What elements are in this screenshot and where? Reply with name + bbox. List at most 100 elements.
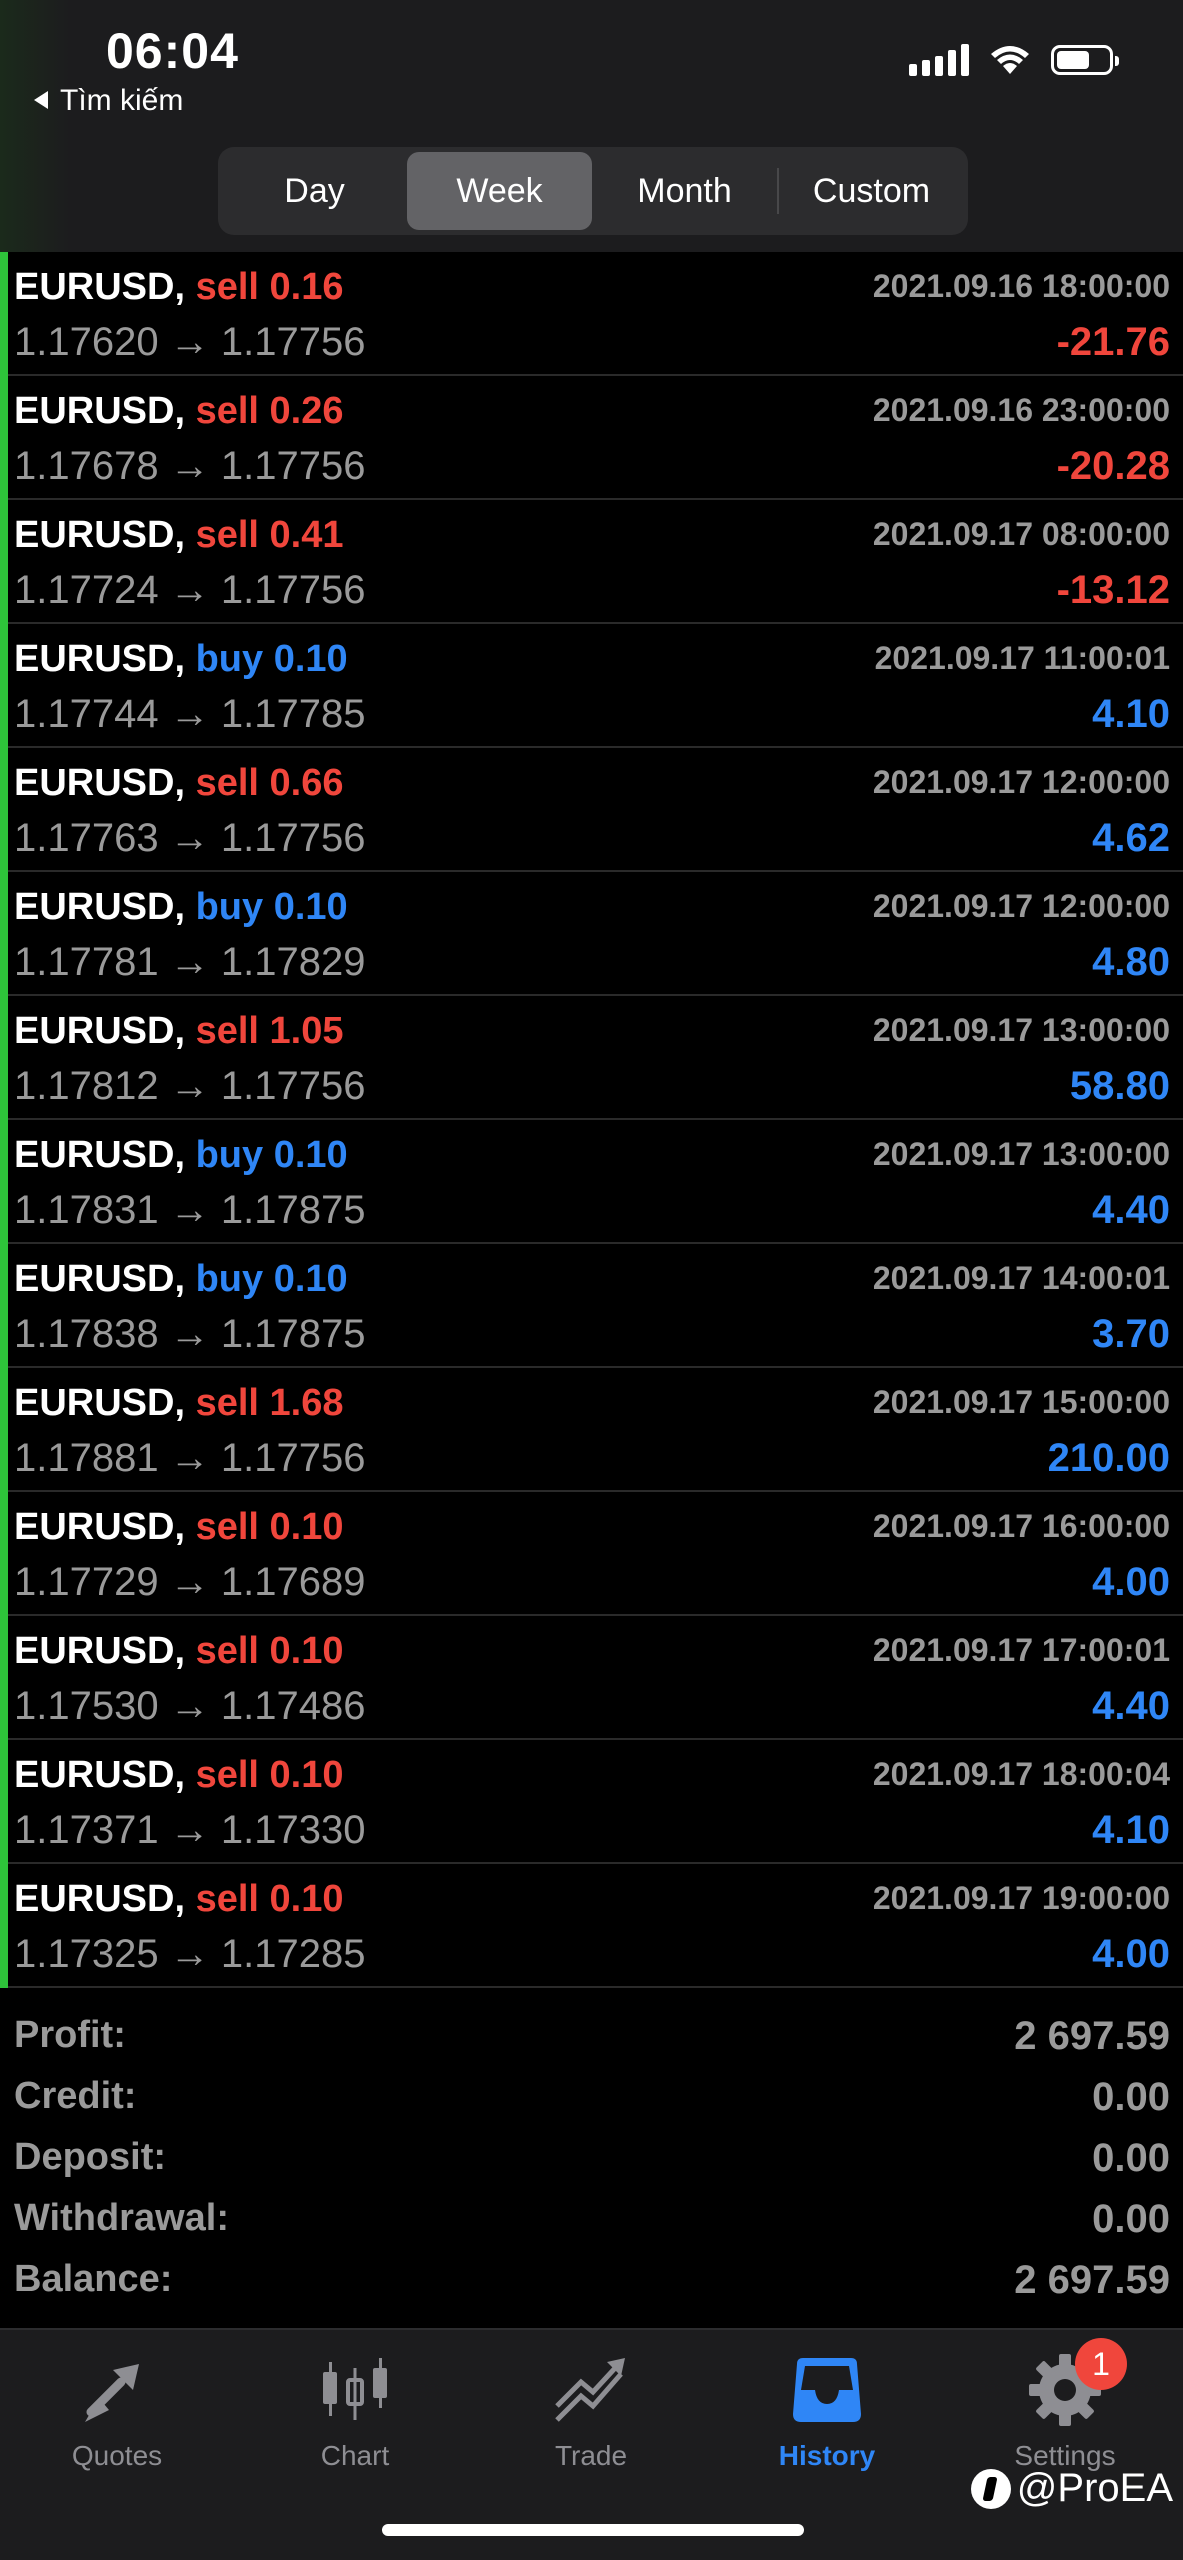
segment-day[interactable]: Day xyxy=(222,152,407,230)
deal-prices: 1.17831 → 1.17875 xyxy=(14,1188,365,1233)
deal-row[interactable]: EURUSD, sell 0.10 2021.09.17 17:00:01 1.17… xyxy=(0,1616,1183,1740)
deal-row[interactable]: EURUSD, sell 0.10 2021.09.17 19:00:00 1.17… xyxy=(0,1864,1183,1988)
deal-row[interactable]: EURUSD, sell 0.10 2021.09.17 16:00:00 1.17… xyxy=(0,1492,1183,1616)
deal-symbol: EURUSD, xyxy=(14,266,186,308)
deal-title: EURUSD, sell 1.05 xyxy=(14,1010,344,1053)
deal-side: sell xyxy=(195,390,259,432)
arrow-right-icon: → xyxy=(169,320,210,364)
home-indicator[interactable] xyxy=(382,2524,804,2536)
deal-volume: 0.26 xyxy=(269,390,344,432)
back-label: Tìm kiếm xyxy=(60,84,184,117)
deal-profit: -13.12 xyxy=(1056,568,1170,612)
deal-row[interactable]: EURUSD, sell 1.68 2021.09.17 15:00:00 1.17… xyxy=(0,1368,1183,1492)
deal-status-bar xyxy=(0,872,8,996)
account-summary: Profit: 2 697.59 Credit: 0.00 Deposit: 0… xyxy=(0,2002,1183,2307)
deal-side: sell xyxy=(195,1506,259,1548)
deal-row[interactable]: EURUSD, buy 0.10 2021.09.17 11:00:01 1.177… xyxy=(0,624,1183,748)
deal-datetime: 2021.09.17 13:00:00 xyxy=(872,1136,1170,1172)
deal-volume: 0.10 xyxy=(273,1134,348,1176)
deal-profit: -21.76 xyxy=(1056,320,1170,364)
deal-profit: -20.28 xyxy=(1056,444,1170,488)
deal-row[interactable]: EURUSD, sell 0.66 2021.09.17 12:00:00 1.17… xyxy=(0,748,1183,872)
deal-close-price: 1.17875 xyxy=(220,1188,366,1232)
status-time: 06:04 xyxy=(106,23,239,79)
segment-custom[interactable]: Custom xyxy=(779,152,964,230)
deal-title: EURUSD, sell 0.10 xyxy=(14,1506,344,1549)
deal-status-bar xyxy=(0,624,8,748)
deal-volume: 0.10 xyxy=(273,638,348,680)
deal-datetime: 2021.09.17 11:00:01 xyxy=(874,640,1170,676)
deal-side: buy xyxy=(195,886,264,928)
arrow-right-icon: → xyxy=(169,568,210,612)
deal-side: sell xyxy=(195,514,259,556)
tab-trade-label: Trade xyxy=(554,2440,628,2471)
tab-trade[interactable]: Trade xyxy=(506,2350,676,2500)
deal-volume: 0.16 xyxy=(269,266,344,308)
watermark: @ProEA xyxy=(970,2466,1173,2511)
back-button[interactable]: Tìm kiếm xyxy=(34,84,183,118)
deal-profit: 4.40 xyxy=(1092,1684,1170,1728)
deal-close-price: 1.17756 xyxy=(220,1436,366,1480)
deal-side: sell xyxy=(195,1754,259,1796)
deal-side: sell xyxy=(195,1382,259,1424)
deal-volume: 0.41 xyxy=(269,514,344,556)
deal-row[interactable]: EURUSD, sell 0.10 2021.09.17 18:00:04 1.17… xyxy=(0,1740,1183,1864)
deal-close-price: 1.17756 xyxy=(220,568,366,612)
deal-prices: 1.17744 → 1.17785 xyxy=(14,692,365,737)
deal-close-price: 1.17330 xyxy=(220,1808,366,1852)
summary-deposit-value: 0.00 xyxy=(1092,2136,1170,2180)
tab-chart[interactable]: Chart xyxy=(270,2350,440,2500)
deal-symbol: EURUSD, xyxy=(14,762,186,804)
deals-list: EURUSD, sell 0.16 2021.09.16 18:00:00 1.17… xyxy=(0,252,1183,1988)
deal-row[interactable]: EURUSD, sell 0.41 2021.09.17 08:00:00 1.17… xyxy=(0,500,1183,624)
period-segmented-control: Day Week Month Custom xyxy=(218,147,968,235)
deal-row[interactable]: EURUSD, buy 0.10 2021.09.17 14:00:01 1.178… xyxy=(0,1244,1183,1368)
summary-deposit-label: Deposit: xyxy=(14,2136,166,2178)
deal-close-price: 1.17829 xyxy=(220,940,366,984)
deal-volume: 0.10 xyxy=(273,886,348,928)
deal-title: EURUSD, sell 0.26 xyxy=(14,390,344,433)
back-arrow-icon xyxy=(34,91,48,110)
deal-datetime: 2021.09.17 13:00:00 xyxy=(872,1012,1170,1048)
deal-open-price: 1.17744 xyxy=(14,692,159,736)
deal-title: EURUSD, sell 0.41 xyxy=(14,514,344,557)
deal-side: buy xyxy=(195,1134,264,1176)
segment-week[interactable]: Week xyxy=(407,152,592,230)
wifi-icon xyxy=(991,46,1029,74)
deal-prices: 1.17812 → 1.17756 xyxy=(14,1064,365,1109)
deal-close-price: 1.17875 xyxy=(220,1312,366,1356)
segment-month[interactable]: Month xyxy=(592,152,777,230)
summary-credit-label: Credit: xyxy=(14,2075,137,2117)
deal-side: sell xyxy=(195,1010,259,1052)
deal-open-price: 1.17678 xyxy=(14,444,159,488)
deal-title: EURUSD, sell 0.10 xyxy=(14,1754,344,1797)
deal-datetime: 2021.09.17 18:00:04 xyxy=(872,1756,1170,1792)
quotes-icon xyxy=(77,2350,157,2430)
deal-symbol: EURUSD, xyxy=(14,390,186,432)
deal-open-price: 1.17881 xyxy=(14,1436,159,1480)
deal-symbol: EURUSD, xyxy=(14,514,186,556)
deal-volume: 0.10 xyxy=(269,1506,344,1548)
deal-open-price: 1.17781 xyxy=(14,940,159,984)
deal-title: EURUSD, sell 1.68 xyxy=(14,1382,344,1425)
tab-history[interactable]: History xyxy=(742,2350,912,2500)
deal-title: EURUSD, buy 0.10 xyxy=(14,1134,348,1177)
deal-row[interactable]: EURUSD, buy 0.10 2021.09.17 13:00:00 1.178… xyxy=(0,1120,1183,1244)
summary-withdrawal-row: Withdrawal: 0.00 xyxy=(0,2185,1183,2246)
deal-status-bar xyxy=(0,748,8,872)
deal-close-price: 1.17756 xyxy=(220,444,366,488)
tab-quotes-label: Quotes xyxy=(71,2440,163,2471)
deal-side: sell xyxy=(195,762,259,804)
deal-row[interactable]: EURUSD, buy 0.10 2021.09.17 12:00:00 1.177… xyxy=(0,872,1183,996)
summary-credit-row: Credit: 0.00 xyxy=(0,2063,1183,2124)
deal-title: EURUSD, buy 0.10 xyxy=(14,638,348,681)
deal-row[interactable]: EURUSD, sell 1.05 2021.09.17 13:00:00 1.17… xyxy=(0,996,1183,1120)
arrow-right-icon: → xyxy=(169,1932,210,1976)
summary-profit-row: Profit: 2 697.59 xyxy=(0,2002,1183,2063)
trade-icon xyxy=(551,2350,631,2430)
deal-row[interactable]: EURUSD, sell 0.26 2021.09.16 23:00:00 1.17… xyxy=(0,376,1183,500)
tab-quotes[interactable]: Quotes xyxy=(32,2350,202,2500)
summary-profit-value: 2 697.59 xyxy=(1014,2014,1170,2058)
summary-balance-label: Balance: xyxy=(14,2258,173,2300)
deal-row[interactable]: EURUSD, sell 0.16 2021.09.16 18:00:00 1.17… xyxy=(0,252,1183,376)
